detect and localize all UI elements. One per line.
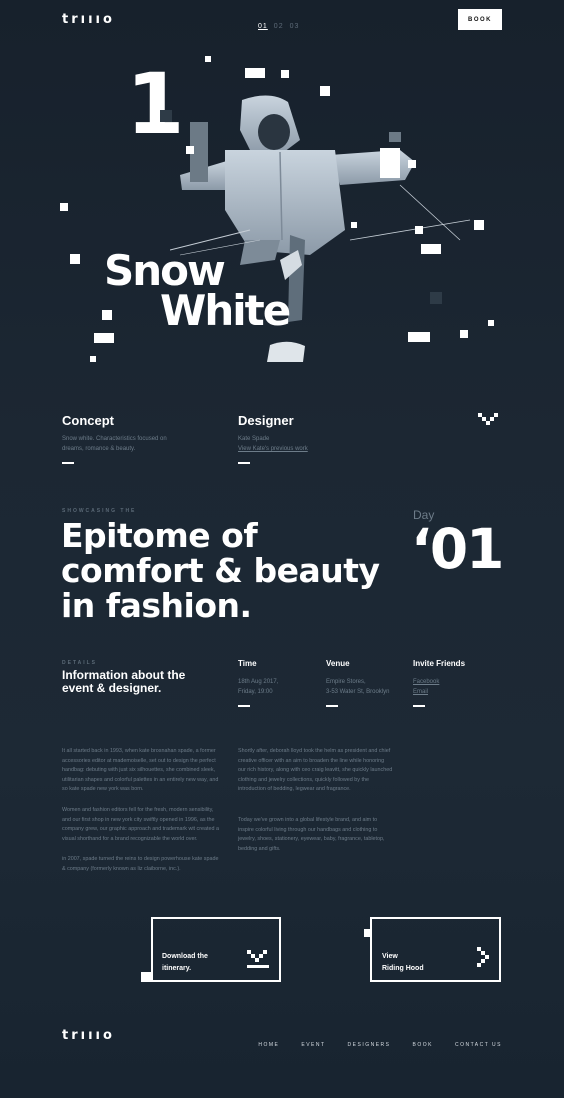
divider-dash: [413, 705, 425, 707]
venue-label: Venue: [326, 659, 350, 668]
pixel-decoration: [70, 254, 80, 264]
divider-dash: [238, 462, 250, 464]
model-figure-illustration: [170, 95, 471, 362]
footer-logo[interactable]: trıııo: [62, 1028, 115, 1043]
designer-name: Kate Spade: [238, 436, 270, 442]
headline-line2: comfort & beauty: [61, 551, 380, 590]
venue-line2: 3-53 Water St, Brooklyn: [326, 689, 390, 695]
footer-nav-book[interactable]: BOOK: [413, 1042, 433, 1048]
footer-nav: HOME EVENT DESIGNERS BOOK CONTACT US: [236, 1033, 502, 1051]
pixel-decoration: [460, 330, 468, 338]
body-left-paragraph-2: Women and fashion editors fell for the f…: [62, 807, 220, 842]
time-line1: 18th Aug 2017,: [238, 679, 279, 685]
pixel-decoration: [90, 356, 96, 362]
facebook-link[interactable]: Facebook: [413, 677, 439, 687]
footer-nav-contact[interactable]: CONTACT US: [455, 1042, 502, 1048]
logo[interactable]: trıııo: [62, 12, 115, 27]
pixel-decoration: [421, 244, 441, 254]
body-right-paragraph-2: Today we've grown into a global lifestyl…: [238, 817, 385, 852]
download-label-line2: itinerary.: [162, 965, 192, 972]
divider-dash: [326, 705, 338, 707]
footer-nav-event[interactable]: EVENT: [301, 1042, 325, 1048]
pixel-decoration: [364, 929, 372, 937]
pixel-decoration: [474, 220, 484, 230]
pixel-decoration: [389, 132, 401, 142]
headline-line1: Epitome of: [61, 516, 258, 555]
pixel-decoration: [160, 110, 172, 122]
pixel-decoration: [415, 226, 423, 234]
showcase-kicker: SHOWCASING THE: [62, 508, 137, 514]
headline-line3: in fashion.: [61, 586, 252, 625]
pager-item-02[interactable]: 02: [274, 23, 284, 30]
time-line2: Friday, 19:00: [238, 689, 273, 695]
divider-dash: [238, 705, 250, 707]
download-icon: [247, 950, 269, 968]
pixel-decoration: [320, 86, 330, 96]
footer-nav-designers[interactable]: DESIGNERS: [348, 1042, 391, 1048]
concept-title: Concept: [62, 413, 114, 428]
chevron-right-icon: [477, 947, 489, 967]
pixel-decoration: [141, 972, 151, 982]
pixel-decoration: [488, 320, 494, 326]
day-number: ‘01: [411, 517, 504, 581]
footer-nav-home[interactable]: HOME: [258, 1042, 279, 1048]
details-title-line2: event & designer.: [62, 681, 162, 695]
body-left-paragraph-3: in 2007, spade turned the reins to desig…: [62, 856, 219, 872]
pixel-decoration: [60, 203, 68, 211]
book-button[interactable]: BOOK: [458, 9, 502, 30]
hero-title-line2: White: [160, 286, 291, 335]
pixel-decoration: [281, 70, 289, 78]
pixel-decoration: [245, 68, 265, 78]
chevron-down-icon[interactable]: [478, 413, 502, 427]
pager: 01 02 03: [258, 15, 305, 33]
view-label-line1: View: [382, 953, 398, 960]
pixel-decoration: [408, 160, 416, 168]
concept-text: Snow white. Characteristics focused on d…: [62, 436, 167, 452]
divider-dash: [62, 462, 74, 464]
pixel-decoration: [94, 333, 114, 343]
invite-label: Invite Friends: [413, 659, 466, 668]
pixel-decoration: [408, 332, 430, 342]
pixel-decoration: [102, 310, 112, 320]
pixel-decoration: [380, 148, 400, 178]
details-kicker: DETAILS: [62, 660, 98, 666]
email-link[interactable]: Email: [413, 687, 428, 697]
time-label: Time: [238, 659, 257, 668]
venue-line1: Empire Stores,: [326, 679, 366, 685]
pager-item-03[interactable]: 03: [290, 23, 300, 30]
pixel-decoration: [186, 146, 194, 154]
designer-previous-work-link[interactable]: View Kate's previous work: [238, 444, 308, 454]
body-right-paragraph-1: Shortly after, deborah lloyd took the he…: [238, 748, 393, 793]
designer-title: Designer: [238, 413, 294, 428]
view-label-line2: Riding Hood: [382, 965, 424, 972]
pixel-decoration: [430, 292, 442, 304]
pager-item-01[interactable]: 01: [258, 23, 268, 30]
download-label-line1: Download the: [162, 953, 208, 960]
body-left-paragraph-1: It all started back in 1993, when kate b…: [62, 748, 219, 793]
pixel-decoration: [205, 56, 211, 62]
pixel-decoration: [351, 222, 357, 228]
